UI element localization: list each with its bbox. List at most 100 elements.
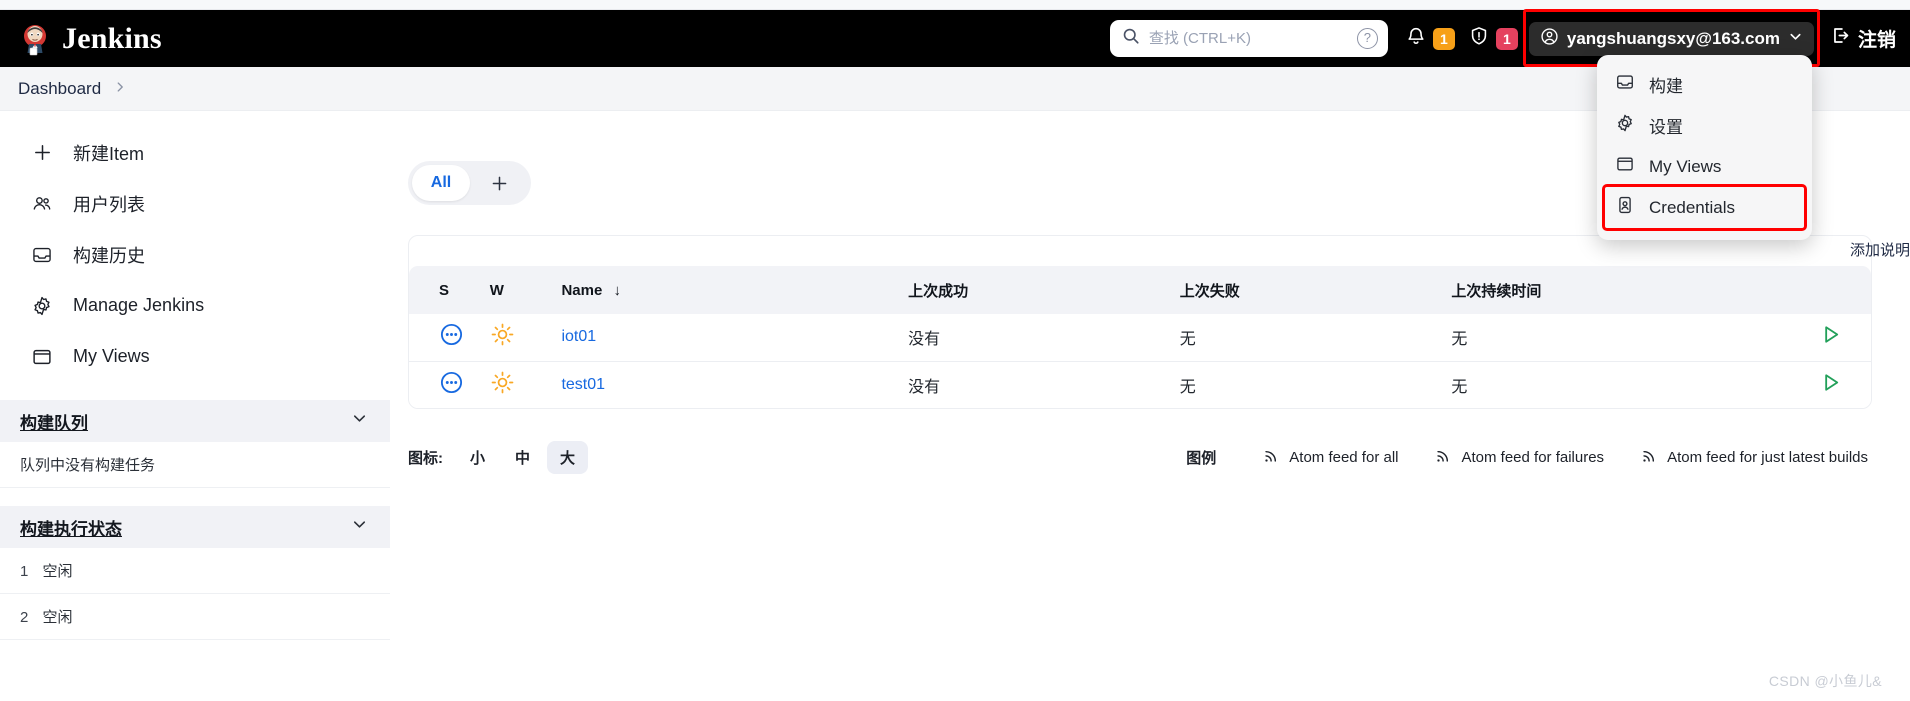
logout-icon: [1830, 25, 1851, 52]
chevron-down-icon[interactable]: [351, 410, 368, 432]
executor-number: 2: [20, 609, 29, 626]
question-circle-icon[interactable]: ?: [1356, 28, 1378, 49]
feed-label: Atom feed for failures: [1461, 449, 1605, 466]
brand[interactable]: Jenkins: [18, 22, 162, 56]
user-menu-button[interactable]: yangshuangsxy@163.com: [1528, 21, 1814, 56]
icon-size-small[interactable]: 小: [457, 441, 498, 474]
build-executor-header[interactable]: 构建执行状态: [0, 506, 390, 548]
breadcrumb-item-dashboard[interactable]: Dashboard: [18, 79, 101, 99]
jobs-table-body: iot01 没有 无 无 test01 没有 无 无: [409, 314, 1871, 408]
security-button[interactable]: 1: [1465, 23, 1521, 54]
col-header-last-duration[interactable]: 上次持续时间: [1443, 266, 1791, 314]
view-tab-all[interactable]: All: [412, 165, 470, 201]
cell-build-action[interactable]: [1790, 314, 1871, 362]
atom-feed-latest-link[interactable]: Atom feed for just latest builds: [1640, 447, 1868, 469]
menu-item-label: 构建: [1649, 77, 1683, 96]
cell-build-action[interactable]: [1790, 361, 1871, 408]
search-box[interactable]: ?: [1109, 20, 1388, 57]
add-view-button[interactable]: [472, 165, 527, 201]
pending-ellipsis-icon: [439, 324, 464, 351]
col-header-name[interactable]: Name ↓: [553, 266, 901, 314]
cell-last-success: 没有: [900, 314, 1172, 362]
inbox-icon: [30, 243, 54, 267]
executor-row[interactable]: 1 空闲: [0, 548, 390, 594]
cell-last-duration: 无: [1443, 361, 1791, 408]
icon-size-medium[interactable]: 中: [502, 441, 543, 474]
menu-item-label: My Views: [1649, 156, 1722, 176]
menu-item-my-views[interactable]: My Views: [1597, 146, 1812, 187]
atom-feed-failures-link[interactable]: Atom feed for failures: [1434, 447, 1604, 469]
play-build-icon[interactable]: [1818, 374, 1843, 399]
legend-link[interactable]: 图例: [1186, 447, 1216, 468]
icon-size-large[interactable]: 大: [547, 441, 589, 474]
add-description-link[interactable]: 添加说明: [1850, 239, 1910, 260]
view-tab-label: All: [430, 174, 452, 191]
cell-weather[interactable]: [481, 361, 554, 408]
sidebar-item-manage-jenkins[interactable]: Manage Jenkins: [0, 280, 390, 331]
logout-label: 注销: [1857, 30, 1896, 51]
logout-button[interactable]: 注销: [1830, 25, 1896, 52]
feed-label: Atom feed for all: [1289, 449, 1399, 466]
executor-row[interactable]: 2 空闲: [0, 594, 390, 640]
chevron-right-icon: [113, 80, 127, 98]
users-icon: [30, 192, 54, 216]
sidebar-item-label: 用户列表: [73, 194, 145, 215]
user-circle-icon: [1540, 27, 1559, 51]
sidebar-item-label: 构建历史: [73, 245, 145, 266]
job-link[interactable]: iot01: [561, 328, 596, 345]
table-row[interactable]: iot01 没有 无 无: [409, 314, 1871, 362]
cell-last-failure: 无: [1171, 361, 1444, 408]
cell-status[interactable]: [409, 361, 482, 408]
col-header-last-failure[interactable]: 上次失败: [1171, 266, 1444, 314]
search-input[interactable]: [1148, 30, 1357, 47]
build-queue-panel: 构建队列 队列中没有构建任务: [0, 400, 390, 488]
job-link[interactable]: test01: [561, 376, 605, 393]
chevron-down-icon: [1788, 29, 1803, 49]
sidebar: 新建Item 用户列表 构建历史 Manage Jenkins My Views…: [0, 111, 390, 701]
window-icon: [30, 345, 54, 369]
notifications-button[interactable]: 1: [1402, 23, 1458, 54]
shield-warning-icon: [1468, 25, 1490, 52]
sidebar-item-build-history[interactable]: 构建历史: [0, 229, 390, 280]
icon-size-control: 图标: 小 中 大: [408, 441, 589, 474]
col-header-actions: [1790, 266, 1871, 314]
plus-icon: [492, 176, 507, 190]
cell-name[interactable]: test01: [553, 361, 901, 408]
play-build-icon[interactable]: [1818, 326, 1843, 351]
chevron-down-icon[interactable]: [351, 516, 368, 538]
panel-title[interactable]: 构建队列: [20, 409, 88, 434]
panel-title[interactable]: 构建执行状态: [20, 515, 122, 540]
atom-feed-all-link[interactable]: Atom feed for all: [1262, 447, 1398, 469]
menu-item-label: 设置: [1649, 118, 1683, 137]
sidebar-item-my-views[interactable]: My Views: [0, 331, 390, 382]
table-footer: 图标: 小 中 大 图例 Atom feed for all Atom feed…: [408, 441, 1872, 474]
cell-status[interactable]: [409, 314, 482, 362]
sidebar-item-label: 新建Item: [73, 143, 145, 164]
inbox-icon: [1615, 72, 1635, 97]
cell-name[interactable]: iot01: [553, 314, 901, 362]
col-header-last-success[interactable]: 上次成功: [900, 266, 1172, 314]
csdn-watermark: CSDN @小鱼儿&: [1768, 673, 1882, 689]
table-row[interactable]: test01 没有 无 无: [409, 361, 1871, 408]
sidebar-item-users[interactable]: 用户列表: [0, 178, 390, 229]
executor-status: 空闲: [42, 563, 73, 580]
menu-item-settings[interactable]: 设置: [1597, 105, 1812, 146]
build-queue-empty-row: 队列中没有构建任务: [0, 442, 390, 488]
menu-item-credentials[interactable]: Credentials: [1597, 184, 1812, 231]
pending-ellipsis-icon: [439, 371, 464, 399]
security-count-badge: 1: [1495, 27, 1518, 50]
cell-weather[interactable]: [481, 314, 554, 362]
feeds-group: 图例 Atom feed for all Atom feed for failu…: [1186, 447, 1868, 469]
brand-title: Jenkins: [62, 21, 162, 55]
icon-size-label: 图标:: [408, 450, 443, 467]
sort-arrow-down-icon: ↓: [613, 281, 621, 299]
table-header-row: S W Name ↓ 上次成功 上次失败 上次持续时间: [409, 266, 1871, 314]
credential-card-icon: [1615, 195, 1635, 220]
col-header-weather[interactable]: W: [481, 266, 554, 314]
col-header-status[interactable]: S: [409, 266, 482, 314]
sidebar-item-new-item[interactable]: 新建Item: [0, 127, 390, 178]
jobs-table-head: S W Name ↓ 上次成功 上次失败 上次持续时间: [409, 266, 1871, 314]
cell-last-duration: 无: [1443, 314, 1791, 362]
build-queue-header[interactable]: 构建队列: [0, 400, 390, 442]
menu-item-builds[interactable]: 构建: [1597, 64, 1812, 105]
